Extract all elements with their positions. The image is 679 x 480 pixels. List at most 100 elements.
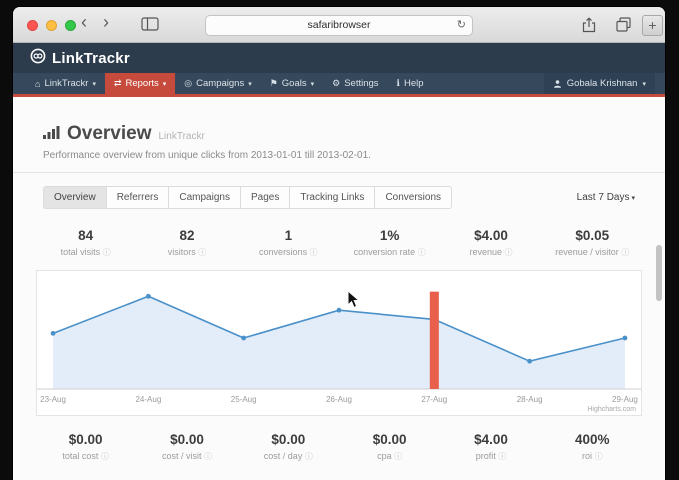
info-icon[interactable]: ⓘ bbox=[101, 452, 109, 461]
stat-roi: 400% roi ⓘ bbox=[542, 432, 643, 462]
stat-visitors: 82 visitors ⓘ bbox=[136, 228, 237, 258]
nav-item-settings[interactable]: ⚙ Settings bbox=[323, 73, 387, 94]
x-axis-label: 26-Aug bbox=[326, 395, 352, 404]
new-tab-button[interactable]: + bbox=[642, 15, 663, 36]
stat-total-visits: 84 total visits ⓘ bbox=[35, 228, 136, 258]
x-axis-label: 28-Aug bbox=[517, 395, 543, 404]
stat-total-cost: $0.00 total cost ⓘ bbox=[35, 432, 136, 462]
settings-icon: ⚙ bbox=[332, 78, 340, 89]
info-icon[interactable]: ⓘ bbox=[305, 452, 313, 461]
date-range-label: Last 7 Days bbox=[577, 192, 630, 203]
share-icon[interactable] bbox=[582, 17, 596, 38]
stat-cpa: $0.00 cpa ⓘ bbox=[339, 432, 440, 462]
info-icon[interactable]: ⓘ bbox=[505, 248, 513, 257]
info-icon[interactable]: ⓘ bbox=[394, 452, 402, 461]
zoom-window-button[interactable] bbox=[65, 20, 76, 31]
chevron-down-icon: ▾ bbox=[163, 80, 167, 88]
tab-overview-icon[interactable] bbox=[616, 17, 631, 38]
traffic-lights bbox=[27, 20, 76, 31]
chevron-down-icon: ▾ bbox=[631, 195, 635, 202]
page-title-brand: LinkTrackr bbox=[159, 131, 205, 142]
chevron-down-icon: ▾ bbox=[311, 80, 315, 88]
stat-value: $0.00 bbox=[238, 432, 339, 447]
info-icon[interactable]: ⓘ bbox=[198, 248, 206, 257]
info-icon[interactable]: ⓘ bbox=[621, 248, 629, 257]
stat-label: total visits ⓘ bbox=[35, 247, 136, 258]
stat-label: total cost ⓘ bbox=[35, 451, 136, 462]
close-window-button[interactable] bbox=[27, 20, 38, 31]
chart-credit[interactable]: Highcharts.com bbox=[587, 406, 636, 413]
user-menu[interactable]: Gobala Krishnan ▾ bbox=[544, 73, 655, 94]
reload-icon[interactable]: ↻ bbox=[457, 16, 466, 35]
nav-item-help[interactable]: ℹ Help bbox=[388, 73, 433, 94]
chevron-down-icon: ▾ bbox=[248, 80, 252, 88]
stat-label: conversion rate ⓘ bbox=[339, 247, 440, 258]
logo-text[interactable]: LinkTrackr bbox=[52, 50, 130, 67]
tab-tracking-links[interactable]: Tracking Links bbox=[289, 186, 375, 209]
tab-conversions[interactable]: Conversions bbox=[374, 186, 452, 209]
linktrackr-logo-icon bbox=[30, 48, 46, 69]
x-axis-label: 25-Aug bbox=[231, 395, 257, 404]
stat-profit: $4.00 profit ⓘ bbox=[440, 432, 541, 462]
help-icon: ℹ bbox=[397, 78, 400, 89]
stat-label: conversions ⓘ bbox=[238, 247, 339, 258]
page-subtitle: Performance overview from unique clicks … bbox=[43, 150, 635, 161]
goals-icon: ⚑ bbox=[270, 78, 278, 89]
stats-row-top: 84 total visits ⓘ 82 visitors ⓘ 1 conver… bbox=[13, 222, 665, 270]
browser-back-button[interactable]: ‹ bbox=[81, 12, 87, 33]
tab-referrers[interactable]: Referrers bbox=[106, 186, 170, 209]
stat-label: visitors ⓘ bbox=[136, 247, 237, 258]
stat-value: 400% bbox=[542, 432, 643, 447]
stat-value: $0.00 bbox=[339, 432, 440, 447]
x-axis-label: 24-Aug bbox=[135, 395, 161, 404]
nav-item-reports[interactable]: ⇄ Reports ▾ bbox=[105, 73, 175, 94]
info-icon[interactable]: ⓘ bbox=[595, 452, 603, 461]
minimize-window-button[interactable] bbox=[46, 20, 57, 31]
stat-conversion-rate: 1% conversion rate ⓘ bbox=[339, 228, 440, 258]
chart-panel: 23-Aug 24-Aug 25-Aug 26-Aug 27-Aug 28-Aug 29-A… bbox=[36, 270, 642, 416]
stat-revenue: $4.00 revenue ⓘ bbox=[440, 228, 541, 258]
x-axis-label: 29-Aug bbox=[612, 395, 638, 404]
info-icon[interactable]: ⓘ bbox=[498, 452, 506, 461]
campaigns-icon: ◎ bbox=[184, 78, 192, 89]
stat-revenue-visitor: $0.05 revenue / visitor ⓘ bbox=[542, 228, 643, 258]
stat-value: $0.00 bbox=[136, 432, 237, 447]
site-header: LinkTrackr bbox=[13, 43, 665, 73]
nav-item-linktrackr[interactable]: ⌂ LinkTrackr ▾ bbox=[26, 73, 105, 94]
browser-chrome: ‹ › safaribrowser ↻ bbox=[13, 7, 665, 43]
stat-label: cpa ⓘ bbox=[339, 451, 440, 462]
chevron-down-icon: ▾ bbox=[642, 80, 646, 88]
info-icon[interactable]: ⓘ bbox=[310, 248, 318, 257]
tab-campaigns[interactable]: Campaigns bbox=[168, 186, 241, 209]
nav-item-campaigns[interactable]: ◎ Campaigns ▾ bbox=[175, 73, 260, 94]
info-icon[interactable]: ⓘ bbox=[103, 248, 111, 257]
tab-overview[interactable]: Overview bbox=[43, 186, 107, 209]
stat-value: $0.05 bbox=[542, 228, 643, 243]
info-icon[interactable]: ⓘ bbox=[418, 248, 426, 257]
page-title: Overview bbox=[67, 123, 152, 145]
report-tabs: OverviewReferrersCampaignsPagesTracking … bbox=[43, 186, 452, 209]
scrollbar-thumb[interactable] bbox=[656, 245, 662, 301]
stats-row-bottom: $0.00 total cost ⓘ $0.00 cost / visit ⓘ … bbox=[13, 416, 665, 474]
tab-pages[interactable]: Pages bbox=[240, 186, 290, 209]
overview-chart[interactable]: 23-Aug 24-Aug 25-Aug 26-Aug 27-Aug 28-Aug 29-A… bbox=[37, 271, 641, 417]
chevron-down-icon: ▾ bbox=[92, 80, 96, 88]
stat-label: cost / day ⓘ bbox=[238, 451, 339, 462]
stat-value: $0.00 bbox=[35, 432, 136, 447]
browser-forward-button[interactable]: › bbox=[103, 12, 109, 33]
x-axis-label: 23-Aug bbox=[40, 395, 66, 404]
stat-label: cost / visit ⓘ bbox=[136, 451, 237, 462]
site-nav: ⌂ LinkTrackr ▾ ⇄ Reports ▾ ◎ Campaigns ▾… bbox=[13, 73, 665, 97]
nav-item-goals[interactable]: ⚑ Goals ▾ bbox=[261, 73, 323, 94]
x-axis-label: 27-Aug bbox=[421, 395, 447, 404]
stat-label: revenue / visitor ⓘ bbox=[542, 247, 643, 258]
date-range-dropdown[interactable]: Last 7 Days▾ bbox=[577, 192, 635, 203]
bar-chart-icon bbox=[43, 125, 60, 144]
info-icon[interactable]: ⓘ bbox=[204, 452, 212, 461]
stat-value: 1% bbox=[339, 228, 440, 243]
stat-value: 1 bbox=[238, 228, 339, 243]
reports-icon: ⇄ bbox=[114, 78, 122, 89]
address-bar[interactable]: safaribrowser ↻ bbox=[205, 15, 473, 36]
sidebar-toggle-icon[interactable] bbox=[141, 17, 159, 36]
stat-value: $4.00 bbox=[440, 432, 541, 447]
